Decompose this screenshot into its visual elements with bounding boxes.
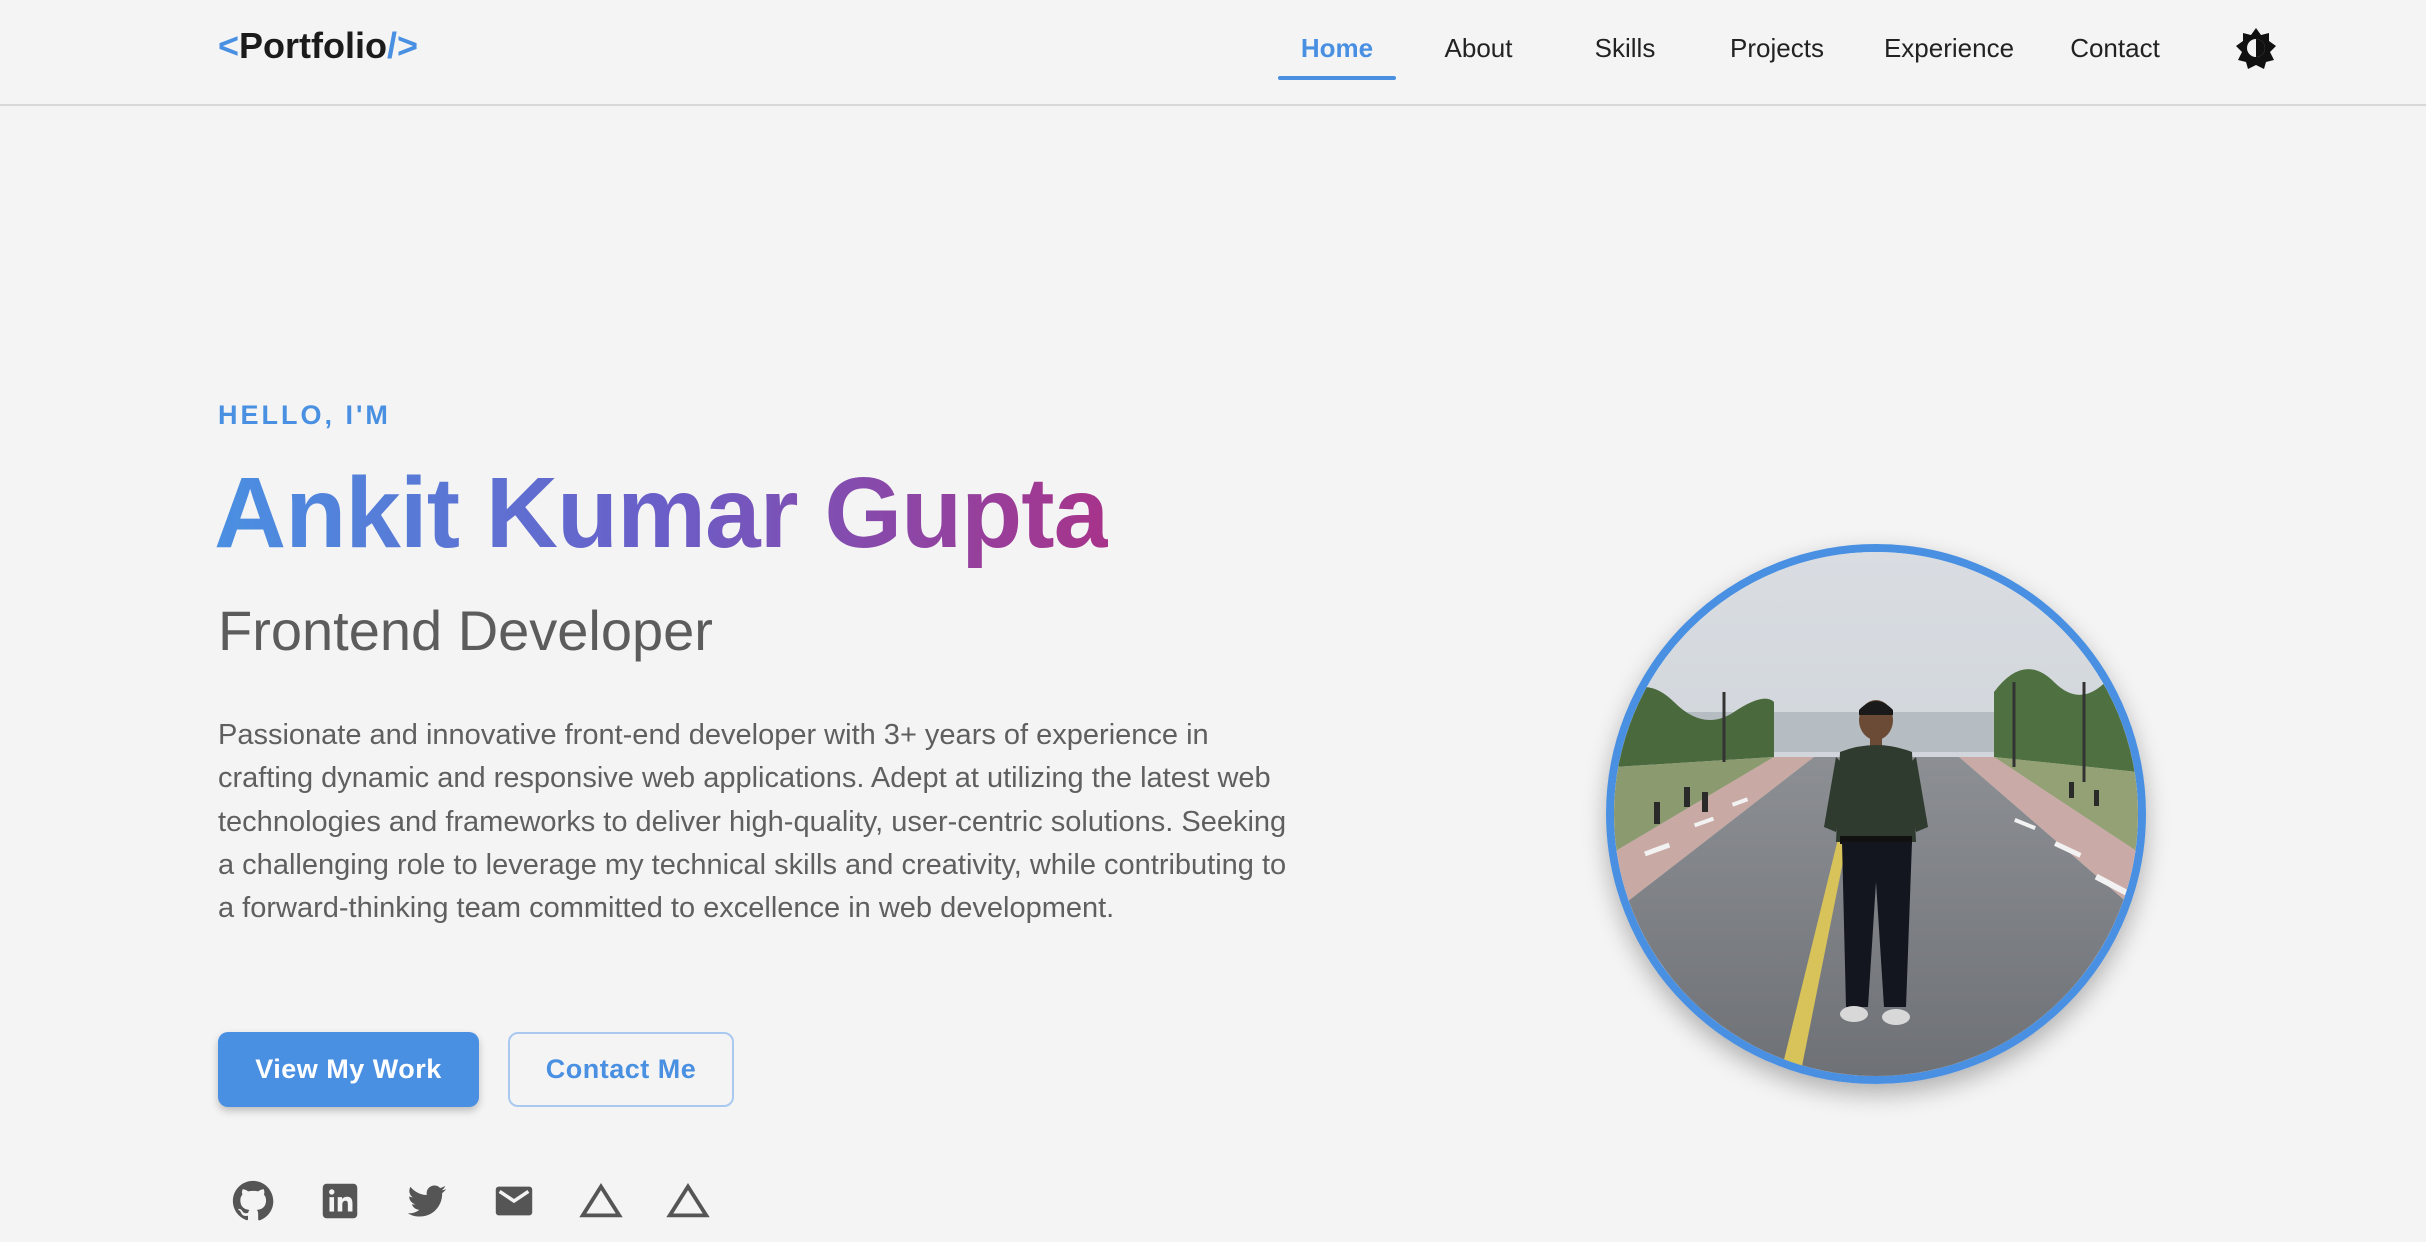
hero-name: Ankit Kumar Gupta [214,454,1109,572]
nav-projects[interactable]: Projects [1724,30,1830,80]
email-link[interactable] [491,1178,537,1224]
logo-text: Portfolio [239,25,388,66]
nav-projects-label: Projects [1730,33,1824,63]
email-icon [495,1186,533,1216]
nav-skills-label: Skills [1594,33,1656,63]
nav-contact[interactable]: Contact [2066,30,2164,80]
nav-active-indicator [1278,76,1396,80]
triangle-icon [579,1183,623,1218]
twitter-icon [407,1185,447,1217]
profile-photo [1606,544,2146,1084]
site-logo[interactable]: <Portfolio/> [218,24,418,68]
nav-about[interactable]: About [1426,30,1531,80]
nav-contact-label: Contact [2070,33,2160,63]
triangle-icon [666,1183,710,1218]
logo-open-bracket: < [218,25,240,66]
linkedin-icon [322,1183,358,1219]
nav-experience-label: Experience [1883,33,2015,63]
site-header: <Portfolio/> Home About Skills Projects … [0,0,2426,106]
nav-experience[interactable]: Experience [1882,30,2016,80]
brightness-icon [2236,28,2276,69]
nav-home[interactable]: Home [1278,30,1396,80]
social-link-6[interactable] [665,1178,711,1224]
hero-description: Passionate and innovative front-end deve… [218,719,1287,925]
hero-greeting: HELLO, I'M [218,400,391,430]
hero-role: Frontend Developer [218,599,713,662]
nav-about-label: About [1444,33,1513,63]
nav-home-label: Home [1300,33,1374,63]
view-my-work-button[interactable]: View My Work [218,1032,479,1107]
logo-close-bracket: /> [387,25,419,66]
linkedin-link[interactable] [317,1178,363,1224]
social-link-5[interactable] [578,1178,624,1224]
theme-toggle-button[interactable] [2234,26,2278,70]
github-link[interactable] [230,1178,276,1224]
contact-me-button[interactable]: Contact Me [508,1032,734,1107]
twitter-link[interactable] [404,1178,450,1224]
nav-skills[interactable]: Skills [1590,30,1660,80]
github-icon [232,1180,274,1221]
